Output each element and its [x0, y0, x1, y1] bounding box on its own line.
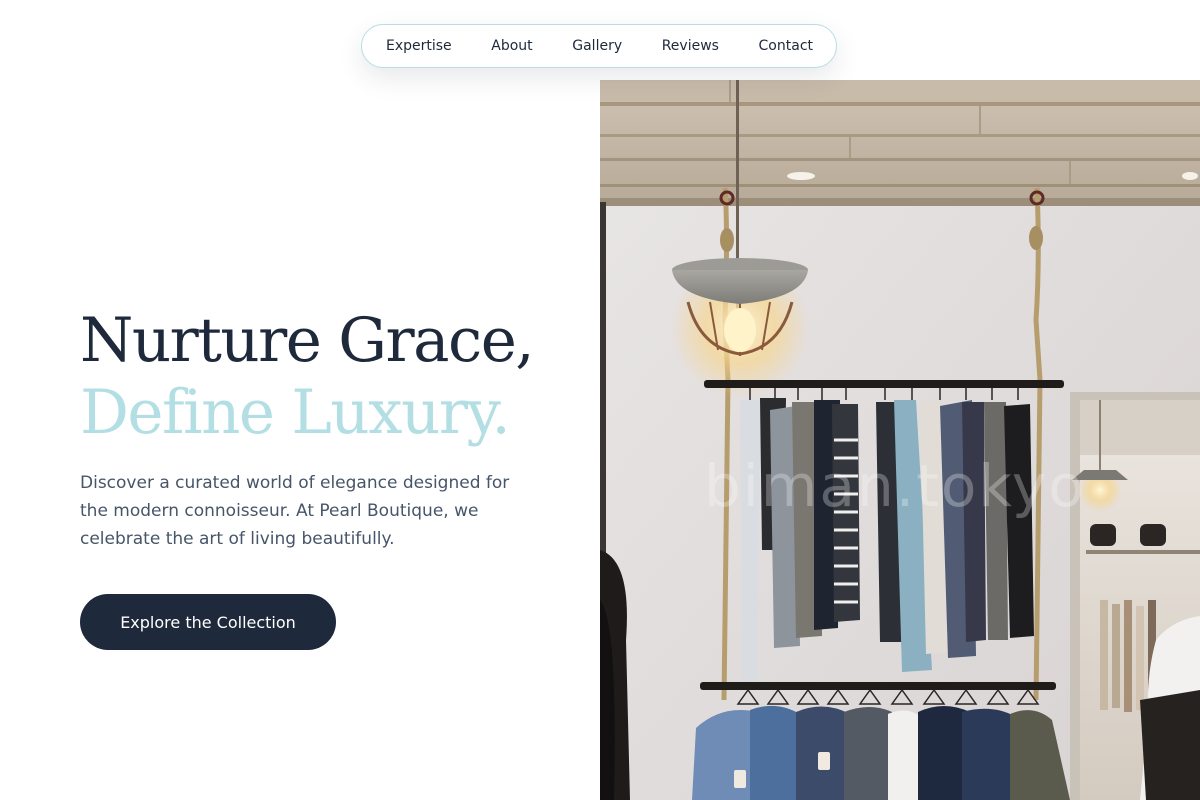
nav-link-reviews[interactable]: Reviews	[662, 38, 719, 54]
nav-link-contact[interactable]: Contact	[759, 38, 813, 54]
page: Expertise About Gallery Reviews Contact …	[0, 0, 1200, 800]
nav-link-about[interactable]: About	[491, 38, 532, 54]
nav-link-gallery[interactable]: Gallery	[572, 38, 622, 54]
explore-collection-button[interactable]: Explore the Collection	[80, 594, 336, 650]
headline-line-accent: Define Luxury.	[80, 377, 511, 448]
headline-line-primary: Nurture Grace,	[80, 305, 535, 376]
boutique-interior-photo: biman.tokyo	[600, 80, 1200, 800]
nav-link-expertise[interactable]: Expertise	[386, 38, 452, 54]
hero-description: Discover a curated world of elegance des…	[80, 473, 510, 549]
hero-text: Nurture Grace, Define Luxury. Discover a…	[80, 305, 580, 553]
top-navigation: Expertise About Gallery Reviews Contact	[361, 24, 837, 68]
hero-headline: Nurture Grace, Define Luxury.	[80, 305, 580, 449]
